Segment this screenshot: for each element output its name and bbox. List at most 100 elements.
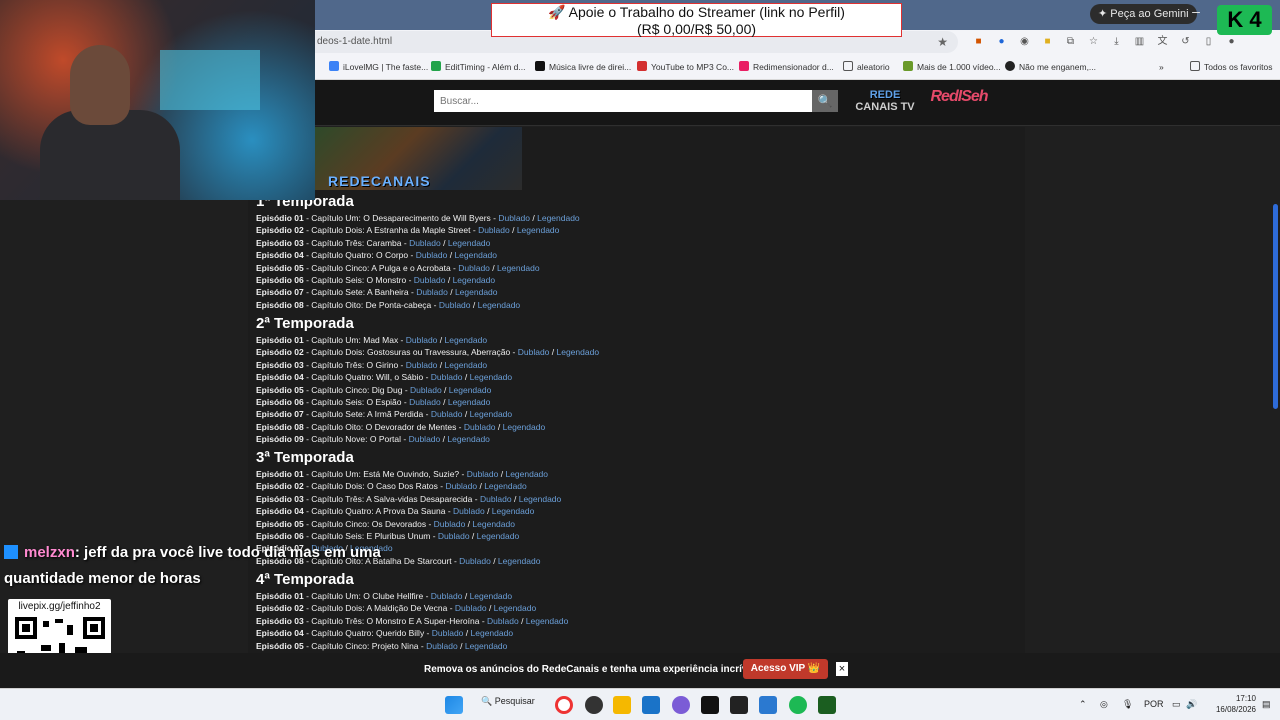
display-icon[interactable]: ▭ <box>1172 699 1181 710</box>
windows-start-icon[interactable] <box>445 696 463 714</box>
subtitled-link[interactable]: Legendado <box>505 469 548 479</box>
subtitled-link[interactable]: Legendado <box>455 287 498 297</box>
dubbed-link[interactable]: Dublado <box>464 422 496 432</box>
extension-icon[interactable]: ● <box>993 34 1010 50</box>
store-icon[interactable] <box>642 696 660 714</box>
all-favorites-folder[interactable]: Todos os favoritos <box>1190 60 1273 74</box>
dubbed-link[interactable]: Dublado <box>434 519 466 529</box>
file-explorer-icon[interactable] <box>613 696 631 714</box>
subtitled-link[interactable]: Legendado <box>448 238 491 248</box>
subtitled-link[interactable]: Legendado <box>448 397 491 407</box>
dubbed-link[interactable]: Dublado <box>409 238 441 248</box>
subtitled-link[interactable]: Legendado <box>470 372 513 382</box>
dubbed-link[interactable]: Dublado <box>409 397 441 407</box>
subtitled-link[interactable]: Legendado <box>477 531 520 541</box>
bookmark-item[interactable]: iLovelMG | The faste... <box>329 60 428 74</box>
minimize-icon[interactable]: – <box>1186 3 1206 19</box>
dubbed-link[interactable]: Dublado <box>431 591 463 601</box>
profile-icon[interactable]: ● <box>1223 34 1240 50</box>
subtitled-link[interactable]: Legendado <box>492 506 535 516</box>
search-button[interactable]: 🔍 <box>812 90 838 112</box>
notifications-icon[interactable]: ▤ <box>1262 699 1271 710</box>
subtitled-link[interactable]: Legendado <box>447 434 490 444</box>
dubbed-link[interactable]: Dublado <box>410 385 442 395</box>
taskbar-clock[interactable]: 17:10 16/08/2026 <box>1204 693 1256 715</box>
dubbed-link[interactable]: Dublado <box>416 287 448 297</box>
subtitled-link[interactable]: Legendado <box>445 360 488 370</box>
dubbed-link[interactable]: Dublado <box>459 556 491 566</box>
dubbed-link[interactable]: Dublado <box>431 409 463 419</box>
bookmark-item[interactable]: Mais de 1.000 vídeo... <box>903 60 1001 74</box>
gemini-button[interactable]: ✦ Peça ao Gemini <box>1090 4 1197 24</box>
network-icon[interactable]: ◎ <box>1100 699 1108 710</box>
app-icon[interactable] <box>701 696 719 714</box>
dubbed-link[interactable]: Dublado <box>409 434 441 444</box>
spotify-icon[interactable] <box>789 696 807 714</box>
bookmark-item[interactable]: Não me enganem,... <box>1005 60 1096 74</box>
subtitled-link[interactable]: Legendado <box>472 519 515 529</box>
extension-icon[interactable]: ■ <box>1039 34 1056 50</box>
dubbed-link[interactable]: Dublado <box>431 372 463 382</box>
dubbed-link[interactable]: Dublado <box>406 335 438 345</box>
dubbed-link[interactable]: Dublado <box>467 469 499 479</box>
app-icon[interactable] <box>585 696 603 714</box>
dubbed-link[interactable]: Dublado <box>406 360 438 370</box>
vip-access-button[interactable]: Acesso VIP 👑 <box>743 659 828 679</box>
subtitled-link[interactable]: Legendado <box>465 641 508 651</box>
dubbed-link[interactable]: Dublado <box>414 275 446 285</box>
subtitled-link[interactable]: Legendado <box>537 213 580 223</box>
dubbed-link[interactable]: Dublado <box>498 213 530 223</box>
subtitled-link[interactable]: Legendado <box>454 250 497 260</box>
audio-app-icon[interactable] <box>730 696 748 714</box>
subtitled-link[interactable]: Legendado <box>453 275 496 285</box>
subtitled-link[interactable]: Legendado <box>503 422 546 432</box>
bookmark-item[interactable]: Música livre de direi... <box>535 60 631 74</box>
bookmark-star-icon[interactable]: ★ <box>937 31 948 53</box>
subtitled-link[interactable]: Legendado <box>494 603 537 613</box>
language-indicator[interactable]: POR <box>1144 699 1164 709</box>
subtitled-link[interactable]: Legendado <box>498 556 541 566</box>
dubbed-link[interactable]: Dublado <box>458 263 490 273</box>
dubbed-link[interactable]: Dublado <box>426 641 458 651</box>
puzzle-icon[interactable]: ⧉ <box>1062 34 1079 50</box>
download-icon[interactable]: ⤓ <box>1108 34 1125 50</box>
subtitled-link[interactable]: Legendado <box>484 481 527 491</box>
dubbed-link[interactable]: Dublado <box>487 616 519 626</box>
taskbar-search[interactable]: 🔍 Pesquisar <box>481 696 535 707</box>
close-icon[interactable]: × <box>836 662 848 676</box>
sidebar-icon[interactable]: ▯ <box>1200 34 1217 50</box>
subtitled-link[interactable]: Legendado <box>449 385 492 395</box>
volume-icon[interactable]: 🔊 <box>1186 699 1197 710</box>
subtitled-link[interactable]: Legendado <box>470 409 513 419</box>
dubbed-link[interactable]: Dublado <box>439 300 471 310</box>
subtitled-link[interactable]: Legendado <box>519 494 562 504</box>
scroll-thumb[interactable] <box>1273 204 1278 409</box>
bookmark-item[interactable]: YouTube to MP3 Co... <box>637 60 734 74</box>
subtitled-link[interactable]: Legendado <box>478 300 521 310</box>
dubbed-link[interactable]: Dublado <box>480 494 512 504</box>
chrome-icon[interactable] <box>555 696 573 714</box>
subtitled-link[interactable]: Legendado <box>526 616 569 626</box>
subtitled-link[interactable]: Legendado <box>497 263 540 273</box>
favorites-icon[interactable]: ☆ <box>1085 34 1102 50</box>
search-input[interactable] <box>434 90 812 112</box>
delete-icon[interactable]: ▥ <box>1131 34 1148 50</box>
more-bookmarks-icon[interactable]: » <box>1159 60 1164 74</box>
subtitled-link[interactable]: Legendado <box>517 225 560 235</box>
subtitled-link[interactable]: Legendado <box>471 628 514 638</box>
discord-icon[interactable] <box>672 696 690 714</box>
dubbed-link[interactable]: Dublado <box>445 481 477 491</box>
microphone-icon[interactable]: 🎙 <box>1122 699 1133 710</box>
bookmark-item[interactable]: EditTiming - Além d... <box>431 60 525 74</box>
dubbed-link[interactable]: Dublado <box>438 531 470 541</box>
bookmark-folder[interactable]: aleatorio <box>843 60 890 74</box>
notepad-icon[interactable] <box>759 696 777 714</box>
office-icon[interactable]: ■ <box>970 34 987 50</box>
dubbed-link[interactable]: Dublado <box>453 506 485 516</box>
terminal-icon[interactable] <box>818 696 836 714</box>
dubbed-link[interactable]: Dublado <box>432 628 464 638</box>
subtitled-link[interactable]: Legendado <box>557 347 600 357</box>
dubbed-link[interactable]: Dublado <box>478 225 510 235</box>
bookmark-item[interactable]: Redimensionador d... <box>739 60 834 74</box>
translate-icon[interactable]: 文 <box>1154 34 1171 50</box>
